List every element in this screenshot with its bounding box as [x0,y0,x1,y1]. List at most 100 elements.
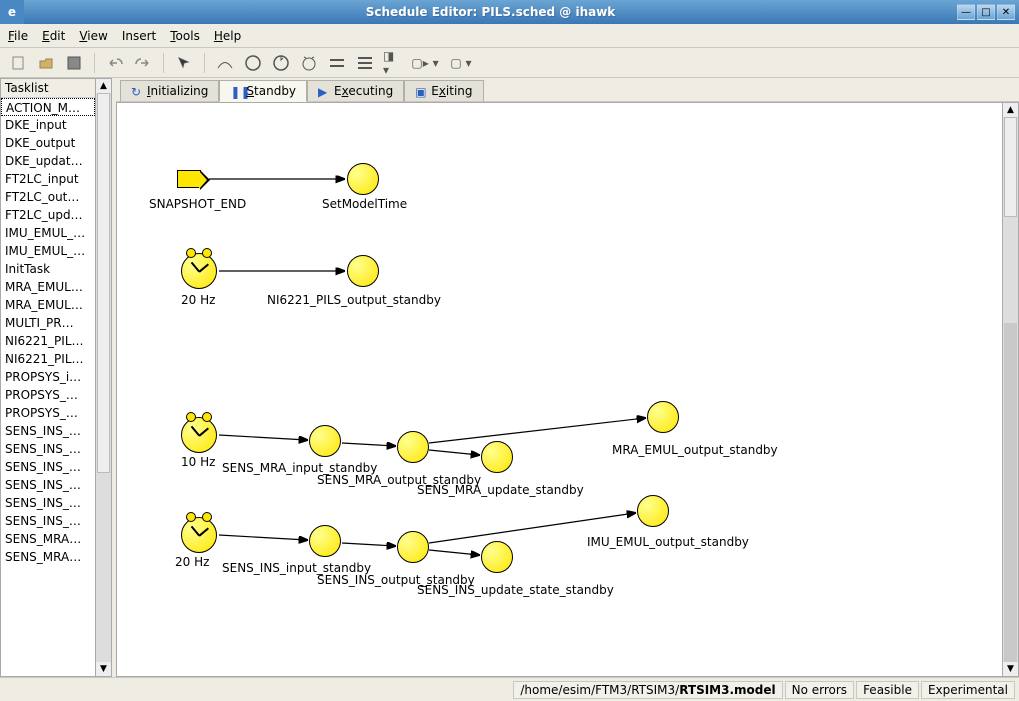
start-node[interactable] [177,170,201,188]
pointer-icon[interactable] [174,53,194,73]
scroll-up-icon[interactable]: ▲ [1003,103,1018,117]
tasklist-item[interactable]: FT2LC_input [1,170,95,188]
save-icon[interactable] [64,53,84,73]
tab-executing[interactable]: ▶Executing [307,80,404,102]
menu-view[interactable]: View [79,29,107,43]
menu-file[interactable]: File [8,29,28,43]
tasklist-item[interactable]: SENS_INS_… [1,494,95,512]
scroll-up-icon[interactable]: ▲ [96,79,111,93]
tasklist-item[interactable]: IMU_EMUL_… [1,224,95,242]
pause-icon: ❚❚ [230,85,242,97]
task-node[interactable] [397,431,429,463]
tasklist-item[interactable]: PROPSYS_… [1,404,95,422]
diagram-canvas[interactable]: SNAPSHOT_END SetModelTime 20 Hz NI6221_P… [116,102,1003,677]
circle-notch-icon[interactable] [271,53,291,73]
tasklist-panel: Tasklist ACTION_M…DKE_inputDKE_outputDKE… [0,78,112,677]
main-area: Tasklist ACTION_M…DKE_inputDKE_outputDKE… [0,78,1019,677]
node-label: SENS_MRA_update_standby [417,483,584,497]
tasklist-item[interactable]: SENS_MRA… [1,548,95,566]
maximize-button[interactable]: □ [977,4,995,20]
menu-insert[interactable]: Insert [122,29,156,43]
menu-edit[interactable]: Edit [42,29,65,43]
refresh-icon: ↻ [131,85,143,97]
task-node[interactable] [637,495,669,527]
shape2-icon[interactable]: ▢▸ ▾ [411,53,439,73]
tasklist-item[interactable]: ACTION_M… [1,98,95,116]
arc-icon[interactable] [215,53,235,73]
status-feasible: Feasible [856,681,919,699]
status-experimental: Experimental [921,681,1015,699]
task-node[interactable] [647,401,679,433]
status-errors: No errors [785,681,854,699]
tasklist-item[interactable]: InitTask [1,260,95,278]
node-label: 20 Hz [181,293,215,307]
task-node[interactable] [481,541,513,573]
open-icon[interactable] [36,53,56,73]
node-label: MRA_EMUL_output_standby [612,443,778,457]
tasklist[interactable]: ACTION_M…DKE_inputDKE_outputDKE_updat…FT… [1,98,95,676]
tasklist-item[interactable]: SENS_INS_… [1,440,95,458]
clock-node[interactable] [181,417,217,453]
scroll-thumb[interactable] [1004,117,1017,217]
menu-tools[interactable]: Tools [170,29,200,43]
tasklist-item[interactable]: PROPSYS_… [1,386,95,404]
tasklist-item[interactable]: DKE_output [1,134,95,152]
task-node[interactable] [347,163,379,195]
tasklist-item[interactable]: SENS_MRA… [1,530,95,548]
close-button[interactable]: ✕ [997,4,1015,20]
task-node[interactable] [347,255,379,287]
window-title: Schedule Editor: PILS.sched @ ihawk [24,5,957,19]
tasklist-item[interactable]: PROPSYS_i… [1,368,95,386]
tasklist-item[interactable]: MRA_EMUL… [1,278,95,296]
scroll-down-icon[interactable]: ▼ [1003,662,1018,676]
node-label: IMU_EMUL_output_standby [587,535,749,549]
scroll-down-icon[interactable]: ▼ [96,662,111,676]
node-label: 20 Hz [175,555,209,569]
tasklist-item[interactable]: SENS_INS_… [1,458,95,476]
shape3-icon[interactable]: ▢ ▾ [447,53,475,73]
tasklist-item[interactable]: MULTI_PR… [1,314,95,332]
tab-exiting[interactable]: ▣Exiting [404,80,483,102]
tasklist-item[interactable]: SENS_INS_… [1,512,95,530]
tasklist-item[interactable]: SENS_INS_… [1,476,95,494]
node-label: SNAPSHOT_END [149,197,246,211]
app-icon: e [0,0,24,24]
menubar: File Edit View Insert Tools Help [0,24,1019,48]
scroll-track[interactable] [1004,323,1017,662]
task-node[interactable] [481,441,513,473]
lines2-icon[interactable] [327,53,347,73]
node-label: NI6221_PILS_output_standby [267,293,441,307]
tasklist-item[interactable]: NI6221_PIL… [1,332,95,350]
shape1-icon[interactable]: ◨ ▾ [383,53,403,73]
tasklist-item[interactable]: FT2LC_out… [1,188,95,206]
clock-node[interactable] [181,253,217,289]
undo-icon[interactable] [105,53,125,73]
tabs: ↻Initializing ❚❚Standby ▶Executing ▣Exit… [116,78,1019,102]
task-node[interactable] [397,531,429,563]
alarm-icon[interactable] [299,53,319,73]
tab-initializing[interactable]: ↻Initializing [120,80,219,102]
circle-icon[interactable] [243,53,263,73]
menu-help[interactable]: Help [214,29,241,43]
new-icon[interactable] [8,53,28,73]
tasklist-scrollbar[interactable]: ▲ ▼ [96,78,112,677]
tasklist-item[interactable]: IMU_EMUL_… [1,242,95,260]
tasklist-item[interactable]: SENS_INS_… [1,422,95,440]
scroll-thumb[interactable] [97,93,110,473]
canvas-scrollbar[interactable]: ▲ ▼ [1003,102,1019,677]
stop-icon: ▣ [415,85,427,97]
lines3-icon[interactable] [355,53,375,73]
tasklist-item[interactable]: MRA_EMUL… [1,296,95,314]
tasklist-item[interactable]: NI6221_PIL… [1,350,95,368]
clock-node[interactable] [181,517,217,553]
minimize-button[interactable]: — [957,4,975,20]
redo-icon[interactable] [133,53,153,73]
task-node[interactable] [309,425,341,457]
tasklist-header[interactable]: Tasklist [1,79,95,98]
tasklist-item[interactable]: DKE_updat… [1,152,95,170]
task-node[interactable] [309,525,341,557]
tab-standby[interactable]: ❚❚Standby [219,80,307,102]
tasklist-item[interactable]: FT2LC_upd… [1,206,95,224]
toolbar: ◨ ▾ ▢▸ ▾ ▢ ▾ [0,48,1019,78]
tasklist-item[interactable]: DKE_input [1,116,95,134]
